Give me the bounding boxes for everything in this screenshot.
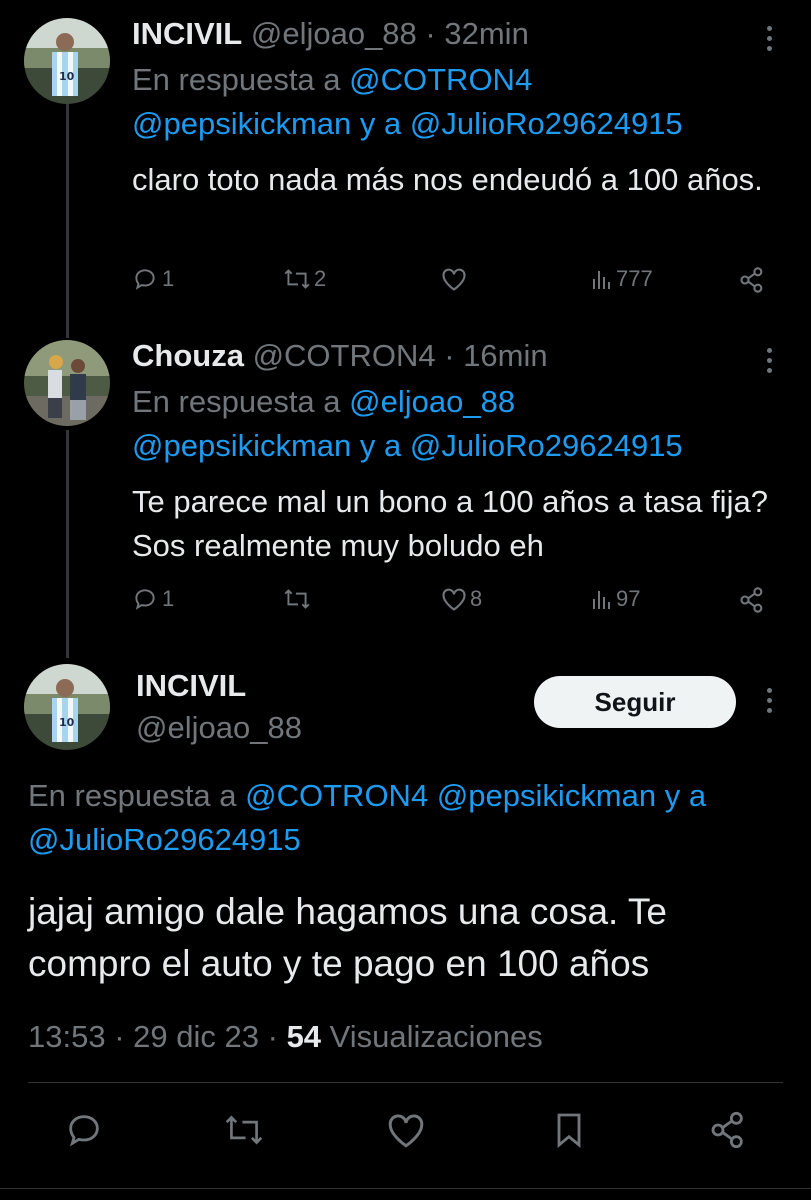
views-icon <box>593 591 610 609</box>
retweet-button[interactable] <box>282 586 312 612</box>
reply-count: 1 <box>162 586 175 611</box>
avatar[interactable]: 10 <box>24 18 110 104</box>
like-button[interactable] <box>440 266 468 292</box>
tweet-meta: 13:53 · 29 dic 23 · 54 Visualizaciones <box>28 1018 543 1056</box>
reply-button[interactable]: 1 <box>132 266 174 292</box>
divider <box>28 1082 783 1083</box>
retweet-icon <box>284 589 310 609</box>
display-name[interactable]: INCIVIL <box>132 16 242 51</box>
reply-header: INCIVIL @eljoao_88 · 32min <box>132 16 529 52</box>
views-count: 97 <box>616 586 641 611</box>
replying-to: En respuesta a @COTRON4 @pepsikickman y … <box>28 774 788 862</box>
replying-prefix: En respuesta a <box>132 384 341 419</box>
replying-to: En respuesta a @COTRON4 @pepsikickman y … <box>132 58 772 146</box>
share-button[interactable] <box>708 1110 748 1155</box>
separator: · <box>267 1019 278 1054</box>
tweet-text: claro toto nada más nos endeudó a 100 añ… <box>132 162 763 197</box>
tweet-text: Te parece mal un bono a 100 años a tasa … <box>132 484 768 563</box>
share-icon <box>740 587 763 613</box>
mention-link[interactable]: @pepsikickman <box>132 428 351 463</box>
mention-link[interactable]: @JulioRo29624915 <box>28 822 301 857</box>
like-icon <box>442 588 466 611</box>
like-button[interactable]: 8 <box>440 586 482 612</box>
handle[interactable]: @COTRON4 <box>253 338 436 373</box>
avatar[interactable]: 10 <box>24 664 110 750</box>
tweet-time[interactable]: 13:53 <box>28 1019 106 1054</box>
divider <box>0 1188 811 1189</box>
thread-line <box>66 430 69 658</box>
mention-conjunction: y a <box>359 106 402 141</box>
share-icon <box>711 1111 743 1149</box>
display-name[interactable]: Chouza <box>132 338 244 373</box>
reply-header: Chouza @COTRON4 · 16min <box>132 338 548 374</box>
avatar[interactable] <box>24 340 110 426</box>
mention-link[interactable]: @JulioRo29624915 <box>410 428 683 463</box>
reply-button[interactable] <box>64 1110 104 1155</box>
mention-link[interactable]: @JulioRo29624915 <box>410 106 683 141</box>
tweet-date[interactable]: 29 dic 23 <box>133 1019 259 1054</box>
retweet-button[interactable]: 2 <box>282 266 326 292</box>
handle[interactable]: @eljoao_88 <box>136 710 302 746</box>
retweet-icon <box>225 1115 263 1145</box>
mention-link[interactable]: @eljoao_88 <box>349 384 515 419</box>
mention-link[interactable]: @COTRON4 <box>245 778 428 813</box>
separator: · <box>425 16 436 51</box>
display-name[interactable]: INCIVIL <box>136 668 246 704</box>
timestamp[interactable]: 32min <box>444 16 528 51</box>
mention-link[interactable]: @COTRON4 <box>349 62 532 97</box>
separator: · <box>114 1019 125 1054</box>
like-icon <box>442 268 466 291</box>
views-button[interactable]: 777 <box>590 266 653 292</box>
like-count: 8 <box>470 586 483 611</box>
share-button[interactable] <box>738 586 766 614</box>
replying-prefix: En respuesta a <box>132 62 341 97</box>
mention-link[interactable]: @pepsikickman <box>437 778 656 813</box>
views-icon <box>593 271 610 289</box>
views-button[interactable]: 97 <box>590 586 640 612</box>
reply-button[interactable]: 1 <box>132 586 174 612</box>
thread-line <box>66 104 69 338</box>
tweet-actions: 1 8 97 <box>132 586 772 626</box>
replying-to: En respuesta a @eljoao_88 @pepsikickman … <box>132 380 772 468</box>
share-icon <box>740 267 763 293</box>
reply-count: 1 <box>162 266 175 291</box>
tweet-actions: 1 2 777 <box>132 266 772 306</box>
retweet-count: 2 <box>314 266 327 291</box>
like-button[interactable] <box>385 1110 427 1155</box>
svg-text:10: 10 <box>59 716 75 729</box>
more-options-icon[interactable] <box>766 688 774 718</box>
views-count: 54 <box>286 1019 322 1054</box>
reply-icon <box>69 1115 99 1147</box>
reply-icon <box>135 589 155 610</box>
handle[interactable]: @eljoao_88 <box>251 16 417 51</box>
svg-text:10: 10 <box>59 70 75 83</box>
more-options-icon[interactable] <box>766 26 774 56</box>
follow-button[interactable]: Seguir <box>534 676 736 728</box>
timestamp[interactable]: 16min <box>463 338 547 373</box>
retweet-icon <box>284 269 310 289</box>
replying-prefix: En respuesta a <box>28 778 237 813</box>
tweet-text: jajaj amigo dale hagamos una cosa. Te co… <box>28 891 668 984</box>
mention-link[interactable]: @pepsikickman <box>132 106 351 141</box>
more-options-icon[interactable] <box>766 348 774 378</box>
bookmark-button[interactable] <box>552 1110 586 1155</box>
views-label: Visualizaciones <box>329 1019 543 1054</box>
separator: · <box>444 338 455 373</box>
reply-icon <box>135 269 155 290</box>
mention-conjunction: y a <box>664 778 707 813</box>
share-button[interactable] <box>738 266 766 294</box>
mention-conjunction: y a <box>359 428 402 463</box>
like-icon <box>388 1114 424 1148</box>
views-count: 777 <box>616 266 653 291</box>
retweet-button[interactable] <box>222 1110 266 1155</box>
bookmark-icon <box>557 1113 581 1149</box>
